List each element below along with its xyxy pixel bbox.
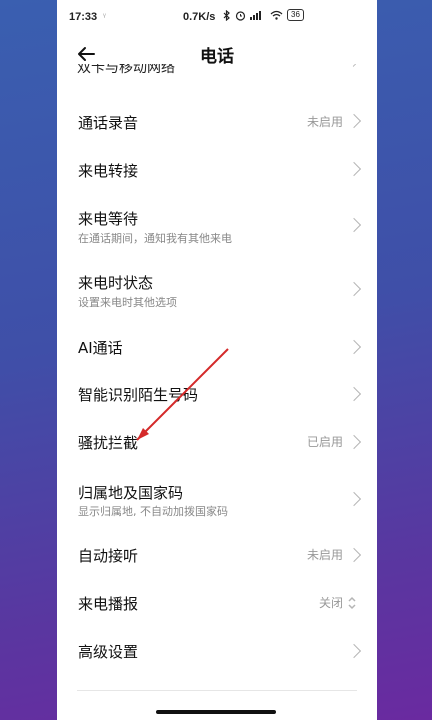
setting-location-country-code[interactable]: 归属地及国家码 显示归属地, 不自动加拨国家码	[57, 472, 377, 526]
setting-call-recording[interactable]: 通话录音 未启用	[57, 100, 377, 142]
alarm-icon	[235, 10, 246, 21]
setting-label: 来电时状态	[78, 274, 154, 292]
battery-icon: 36	[287, 9, 304, 21]
signal-icon	[250, 11, 261, 20]
setting-smart-caller-id[interactable]: 智能识别陌生号码	[57, 373, 377, 415]
setting-spam-blocking[interactable]: 骚扰拦截 已启用	[57, 421, 377, 463]
setting-auto-answer[interactable]: 自动接听 未启用	[57, 534, 377, 576]
setting-value: 关闭	[318, 596, 343, 610]
chevron-right-icon	[346, 217, 362, 233]
chevron-right-icon	[346, 339, 362, 355]
chevron-right-icon	[346, 161, 362, 177]
chevron-right-icon	[346, 547, 362, 563]
list-item-label: 双卡与移动网络	[77, 64, 175, 76]
setting-advanced[interactable]: 高级设置	[57, 630, 377, 672]
chevron-right-icon	[346, 491, 362, 507]
setting-ai-call[interactable]: AI通话	[57, 326, 377, 368]
setting-call-waiting[interactable]: 来电等待 在通话期间，通知我有其他来电	[57, 198, 377, 252]
setting-call-forwarding[interactable]: 来电转接	[57, 148, 377, 190]
setting-value: 未启用	[306, 115, 343, 129]
status-notification-icon: ᵞ	[103, 11, 106, 21]
chevron-right-icon	[346, 386, 362, 402]
wifi-icon	[270, 10, 283, 20]
setting-label: 骚扰拦截	[78, 434, 139, 452]
setting-label: 来电播报	[78, 595, 139, 613]
bluetooth-icon	[223, 9, 230, 21]
status-bar: 17:33 ᵞ 0.7K/s 36	[57, 0, 377, 36]
setting-description: 显示归属地, 不自动加拨国家码	[78, 505, 228, 518]
status-time: 17:33	[69, 11, 98, 23]
chevron-right-icon	[346, 113, 362, 129]
setting-description: 设置来电时其他选项	[78, 296, 177, 309]
chevron-right-icon	[346, 434, 362, 450]
divider	[77, 690, 357, 691]
chevron-right-icon: ›	[351, 64, 357, 72]
status-icons: 36	[223, 9, 304, 21]
setting-label: 智能识别陌生号码	[78, 386, 199, 404]
setting-caller-announcement[interactable]: 来电播报 关闭	[57, 582, 377, 624]
chevron-right-icon	[346, 281, 362, 297]
chevron-up-down-icon	[348, 596, 356, 610]
setting-incoming-call-status[interactable]: 来电时状态 设置来电时其他选项	[57, 262, 377, 316]
network-speed: 0.7K/s	[183, 11, 216, 23]
setting-label: 高级设置	[78, 643, 139, 661]
chevron-right-icon	[346, 643, 362, 659]
setting-label: AI通话	[78, 339, 123, 357]
setting-label: 通话录音	[78, 114, 139, 132]
setting-label: 来电等待	[78, 210, 139, 228]
setting-description: 在通话期间，通知我有其他来电	[78, 232, 232, 245]
setting-value: 未启用	[306, 548, 343, 562]
phone-screen: 17:33 ᵞ 0.7K/s 36 电话 双卡与移动网络 › 通话录音 未启用 …	[57, 0, 377, 720]
home-indicator[interactable]	[156, 710, 276, 714]
list-item-partial[interactable]: 双卡与移动网络 ›	[77, 64, 357, 76]
setting-label: 归属地及国家码	[78, 484, 184, 502]
setting-label: 来电转接	[78, 162, 139, 180]
setting-label: 自动接听	[78, 547, 139, 565]
setting-value: 已启用	[306, 435, 343, 449]
